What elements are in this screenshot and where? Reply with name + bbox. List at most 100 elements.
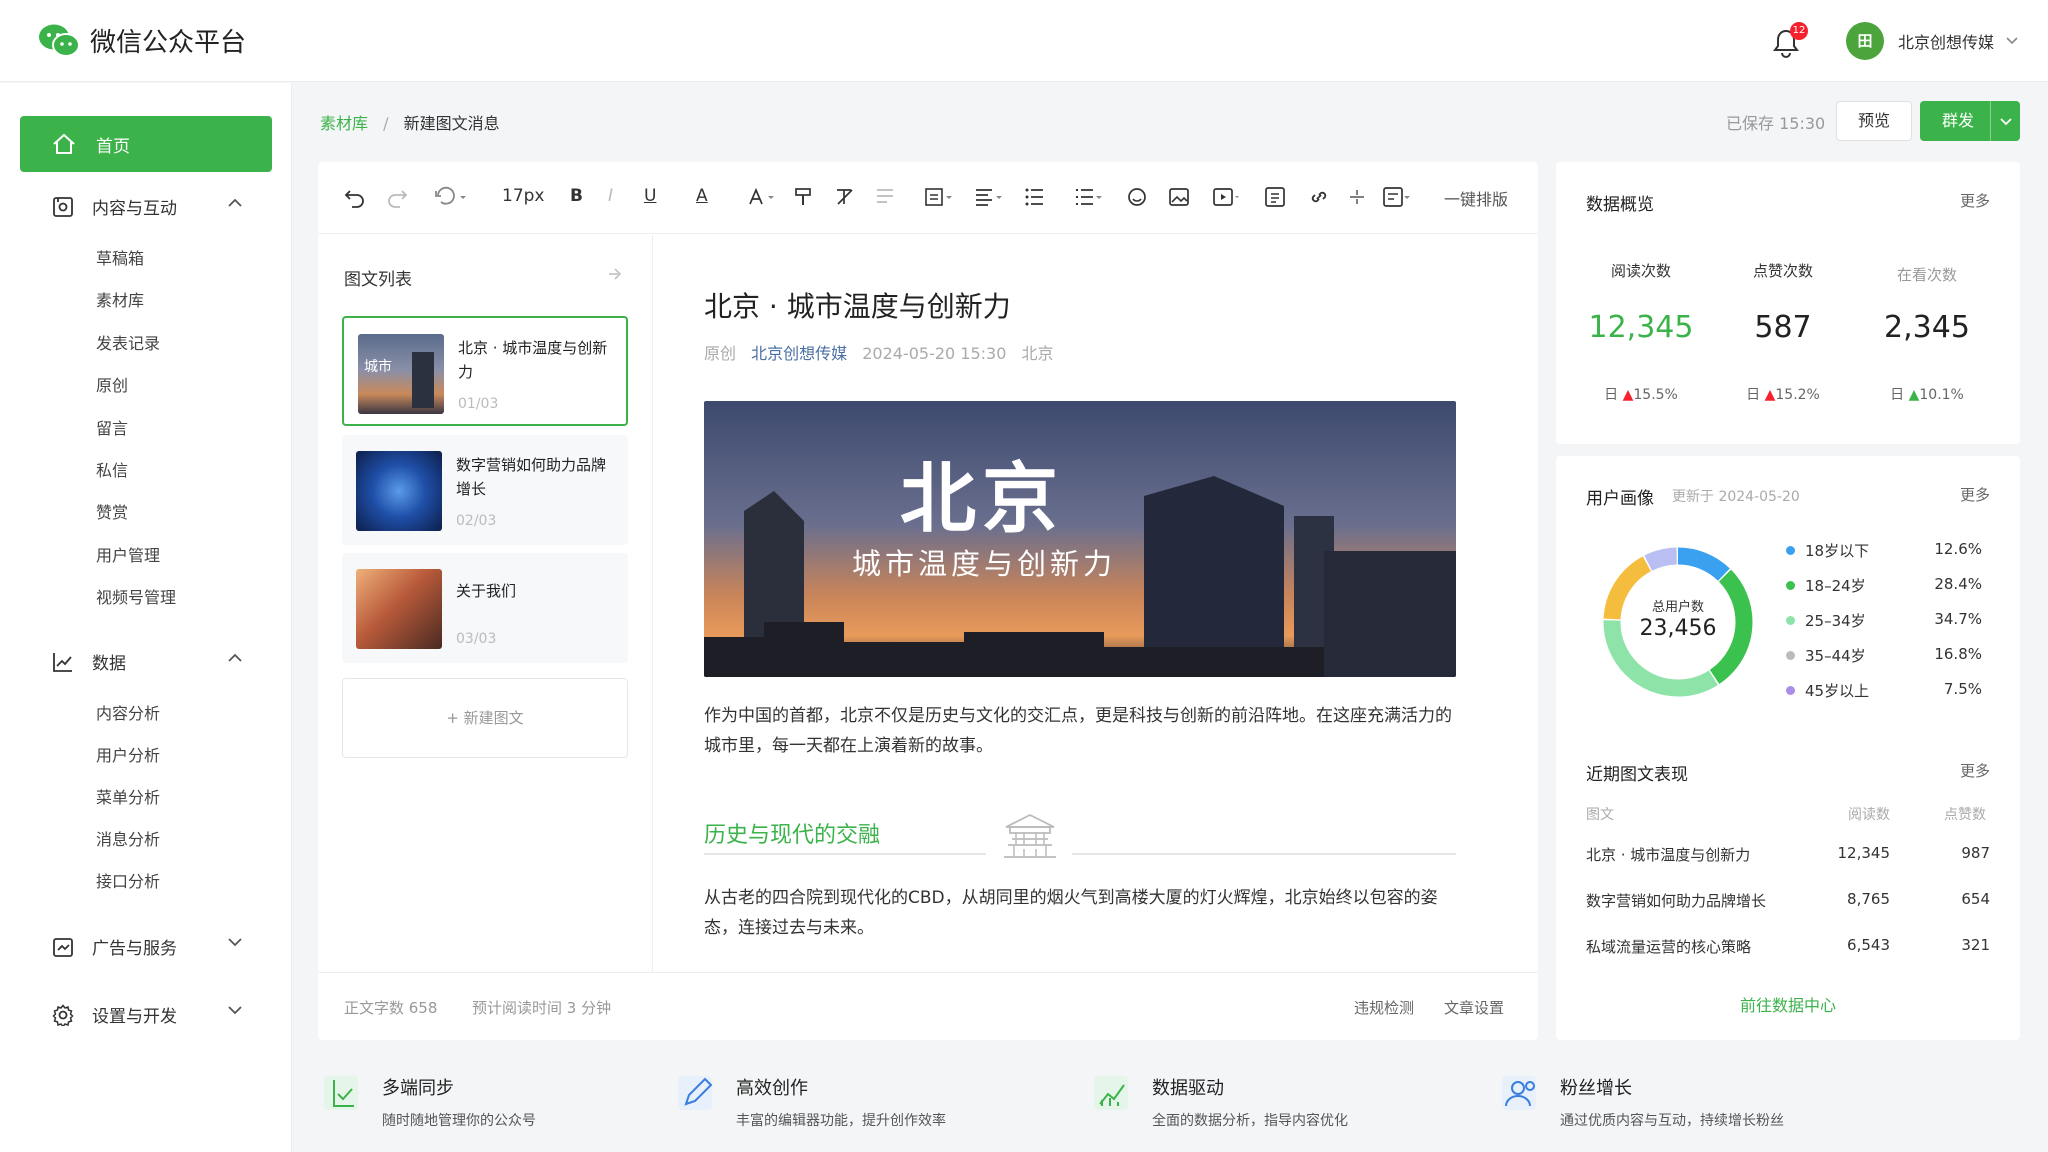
hero-image[interactable]: 北京 城市温度与创新力 (704, 401, 1456, 677)
pin-icon[interactable] (608, 267, 624, 285)
kpi-day: 日 (1604, 387, 1619, 403)
bullet-list-icon[interactable] (1074, 186, 1104, 208)
new-article-button[interactable]: + 新建图文 (342, 678, 628, 758)
table-row-title[interactable]: 私域流量运营的核心策略 (1586, 936, 1751, 957)
article-title[interactable]: 北京 · 城市温度与创新力 (704, 285, 1011, 325)
feature-data: 数据驱动 全面的数据分析，指导内容优化 (1090, 1070, 1348, 1130)
redo-icon[interactable] (386, 186, 408, 208)
video-icon[interactable] (1212, 186, 1242, 208)
line-chart-icon (53, 652, 72, 672)
sidebar-item-message-analysis[interactable]: 消息分析 (96, 826, 160, 850)
sidebar-item-rewards[interactable]: 赞赏 (96, 499, 128, 523)
sidebar-item-users[interactable]: 用户管理 (96, 542, 160, 566)
word-count: 正文字数 658 (344, 999, 438, 1017)
table-row-title[interactable]: 北京 · 城市温度与创新力 (1586, 844, 1750, 865)
account-menu[interactable]: 田 北京创想传媒 (1846, 22, 2018, 60)
undo-icon[interactable] (344, 186, 366, 208)
article-list-title: 图文列表 (344, 270, 412, 290)
indent-icon[interactable] (874, 186, 900, 208)
read-time: 预计阅读时间 3 分钟 (472, 999, 612, 1017)
donut-total-value: 23,456 (1639, 616, 1717, 641)
legend-dot (1786, 616, 1795, 625)
sidebar-item-drafts[interactable]: 草稿箱 (96, 245, 144, 269)
more-link[interactable]: 更多 (1960, 484, 1990, 505)
format-paint-icon[interactable] (794, 186, 820, 208)
bold-button[interactable]: B (570, 186, 583, 206)
notification-button[interactable]: 12 (1772, 22, 1808, 58)
thumbnail-caption: 城市 (364, 359, 392, 375)
chevron-up-icon (228, 653, 242, 662)
paragraph-icon[interactable] (924, 186, 954, 208)
audio-icon[interactable] (1264, 186, 1286, 208)
sidebar-item-published[interactable]: 发表记录 (96, 330, 160, 354)
avatar: 田 (1846, 22, 1884, 60)
sidebar-item-menu-analysis[interactable]: 菜单分析 (96, 784, 160, 808)
thumbnail-building (412, 352, 434, 408)
font-color-button[interactable]: A (696, 186, 708, 206)
sidebar-item-user-analysis[interactable]: 用户分析 (96, 742, 160, 766)
article-content[interactable]: 北京 · 城市温度与创新力 原创 北京创想传媒 2024-05-20 15:30… (654, 235, 1538, 972)
section-heading[interactable]: 历史与现代的交融 (704, 817, 880, 849)
send-button[interactable]: 群发 (1920, 101, 2020, 141)
compliance-check-button[interactable]: 违规检测 (1354, 997, 1414, 1018)
app-title: 微信公众平台 (90, 28, 247, 58)
sidebar-item-channels[interactable]: 视频号管理 (96, 584, 176, 608)
auto-format-button[interactable]: 一键排版 (1444, 186, 1508, 210)
app-logo[interactable]: 微信公众平台 (38, 22, 246, 59)
preview-button[interactable]: 预览 (1836, 101, 1912, 141)
article-card-index: 01/03 (458, 396, 499, 412)
up-arrow-icon: ▲ (1908, 387, 1920, 403)
italic-button[interactable]: I (608, 186, 613, 206)
divider-icon[interactable] (1348, 186, 1366, 208)
data-center-link[interactable]: 前往数据中心 (1556, 992, 2020, 1016)
table-row-title[interactable]: 数字营销如何助力品牌增长 (1586, 890, 1766, 911)
feature-desc: 随时随地管理你的公众号 (382, 1113, 536, 1129)
legend-item: 35–44岁 (1786, 645, 1866, 666)
sidebar-item-home[interactable]: 首页 (20, 116, 272, 172)
font-size-select[interactable]: 17px (502, 186, 544, 206)
article-card[interactable]: 数字营销如何助力品牌增长 02/03 (342, 435, 628, 545)
sidebar-item-content-analysis[interactable]: 内容分析 (96, 700, 160, 724)
data-overview-panel: 数据概览 更多 阅读次数 点赞次数 在看次数 12,345 587 2,345 … (1556, 162, 2020, 444)
send-dropdown-toggle[interactable] (1990, 101, 2020, 141)
wechat-logo-icon (39, 24, 80, 57)
sidebar-group-ads[interactable]: 广告与服务 (52, 934, 252, 959)
more-link[interactable]: 更多 (1960, 190, 1990, 211)
sidebar-item-library[interactable]: 素材库 (96, 287, 144, 311)
chart-icon (1094, 1076, 1128, 1110)
ordered-list-icon[interactable] (1024, 186, 1054, 208)
kpi-label: 在看次数 (1896, 266, 1957, 284)
underline-button[interactable]: U (644, 186, 656, 206)
article-author[interactable]: 北京创想传媒 (751, 344, 847, 363)
image-icon[interactable] (1168, 186, 1190, 208)
article-paragraph[interactable]: 从古老的四合院到现代化的CBD，从胡同里的烟火气到高楼大厦的灯火辉煌，北京始终以… (704, 883, 1456, 943)
kpi-label: 点赞次数 (1752, 262, 1813, 280)
article-card[interactable]: 关于我们 03/03 (342, 553, 628, 663)
legend-value: 7.5% (1943, 680, 1982, 698)
article-paragraph[interactable]: 作为中国的首都，北京不仅是历史与文化的交汇点，更是科技与创新的前沿阵地。在这座充… (704, 701, 1456, 761)
feature-desc: 全面的数据分析，指导内容优化 (1152, 1113, 1348, 1129)
history-icon[interactable] (434, 186, 468, 208)
sidebar-group-data[interactable]: 数据 (52, 649, 252, 674)
clear-format-icon[interactable] (834, 186, 860, 208)
template-icon[interactable] (1382, 186, 1412, 208)
sidebar-group-settings[interactable]: 设置与开发 (52, 1002, 252, 1027)
sidebar-item-comments[interactable]: 留言 (96, 415, 128, 439)
sidebar-item-original[interactable]: 原创 (96, 372, 128, 396)
breadcrumb-link-library[interactable]: 素材库 (320, 114, 368, 133)
sidebar-group-content[interactable]: 内容与互动 (52, 194, 252, 219)
article-card[interactable]: 城市 北京 · 城市温度与创新力 01/03 (342, 316, 628, 426)
save-status: 已保存 15:30 (1726, 114, 1826, 133)
article-list-pane: 图文列表 城市 北京 · 城市温度与创新力 01/03 数字营销如何助力品牌增长… (318, 235, 653, 972)
kpi-delta-value: 15.5% (1633, 387, 1678, 403)
article-settings-button[interactable]: 文章设置 (1444, 997, 1504, 1018)
link-icon[interactable] (1308, 186, 1330, 208)
legend-item: 25–34岁 (1786, 610, 1866, 631)
send-button-label: 群发 (1942, 111, 1975, 130)
sidebar-item-api-analysis[interactable]: 接口分析 (96, 868, 160, 892)
more-link[interactable]: 更多 (1960, 760, 1990, 781)
sidebar-item-messages[interactable]: 私信 (96, 457, 128, 481)
emoji-icon[interactable] (1126, 186, 1148, 208)
align-icon[interactable] (974, 186, 1004, 208)
highlight-icon[interactable] (746, 186, 776, 208)
